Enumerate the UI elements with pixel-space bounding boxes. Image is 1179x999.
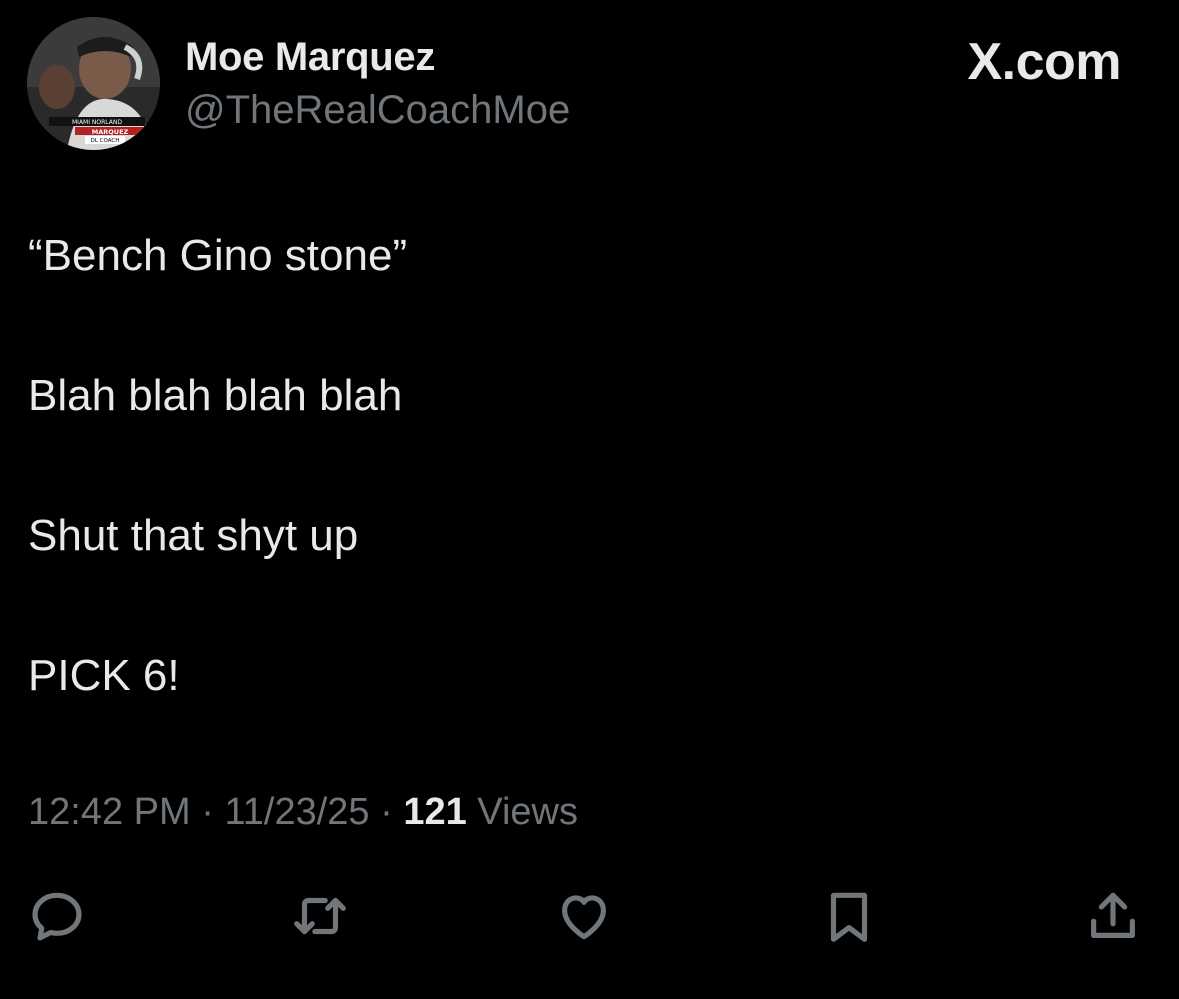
display-name[interactable]: Moe Marquez <box>185 35 435 80</box>
tweet-line: PICK 6! <box>28 651 180 700</box>
tweet-line: “Bench Gino stone” <box>28 231 408 280</box>
avatar-text-role: DL COACH <box>91 138 120 144</box>
meta-separator: · <box>369 791 404 833</box>
share-button[interactable] <box>1077 880 1149 952</box>
avatar-text-name: MARQUEZ <box>92 128 129 136</box>
like-button[interactable] <box>548 880 620 952</box>
meta-separator: · <box>190 791 225 833</box>
bookmark-button[interactable] <box>813 880 885 952</box>
tweet-line: Blah blah blah blah <box>28 371 403 420</box>
tweet-line: Shut that shyt up <box>28 511 359 560</box>
share-icon <box>1091 892 1135 938</box>
like-icon <box>562 895 606 940</box>
user-handle[interactable]: @TheRealCoachMoe <box>185 88 570 133</box>
tweet-text: “Bench Gino stone” Blah blah blah blah S… <box>28 228 1148 788</box>
avatar[interactable]: MIAMI NORLAND MARQUEZ DL COACH <box>27 17 160 150</box>
tweet-date[interactable]: 11/23/25 <box>224 791 369 833</box>
bookmark-icon <box>830 892 868 942</box>
views-label: Views <box>466 791 578 833</box>
tweet-time[interactable]: 12:42 PM <box>28 791 191 833</box>
action-bar <box>0 880 1179 960</box>
tweet-meta: 12:42 PM · 11/23/25 · 121 Views <box>28 791 578 834</box>
repost-button[interactable] <box>284 880 356 952</box>
x-brand-logo: X.com <box>967 33 1121 91</box>
reply-icon <box>32 892 82 941</box>
reply-button[interactable] <box>21 880 93 952</box>
avatar-text-school: MIAMI NORLAND <box>72 119 122 126</box>
repost-icon <box>294 897 346 935</box>
views-count: 121 <box>403 791 467 833</box>
